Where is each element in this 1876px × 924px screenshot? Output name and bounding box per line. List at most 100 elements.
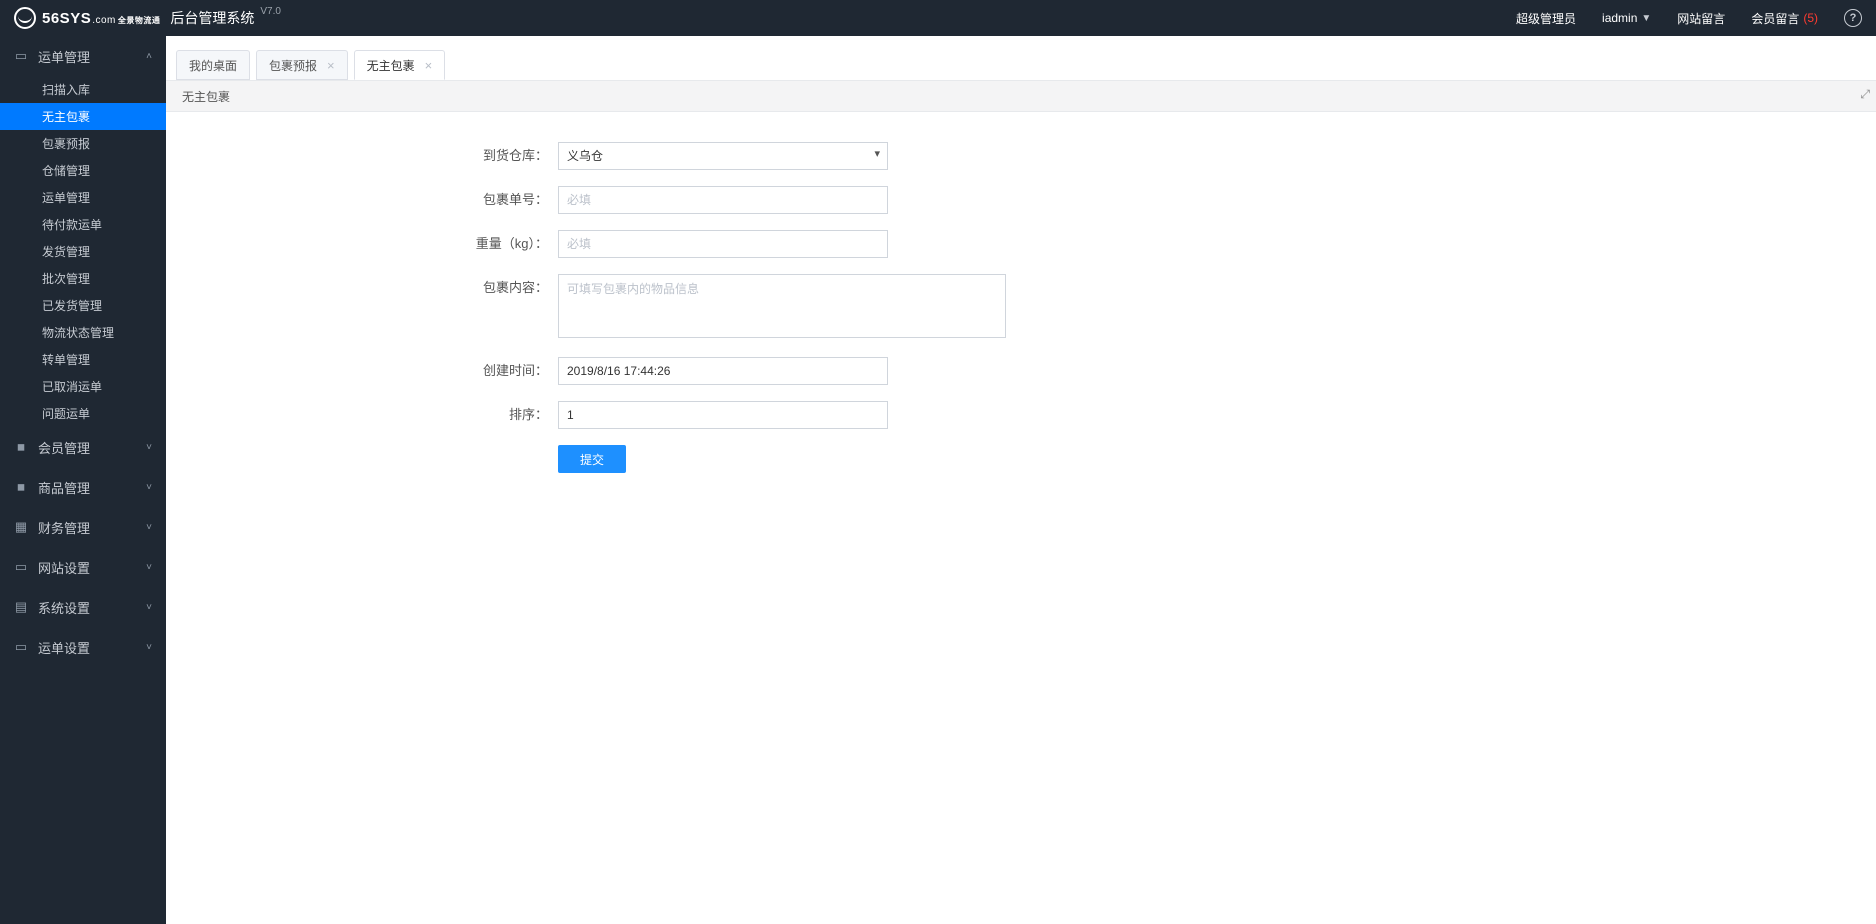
sidebar-group-label: 财务管理 [38,518,90,537]
user-name: iadmin [1602,11,1637,25]
tab-label: 包裹预报 [269,57,317,74]
sort-label: 排序： [166,401,558,429]
package-no-label: 包裹单号： [166,186,558,214]
sidebar-item-problem[interactable]: 问题运单 [0,400,166,427]
sidebar-group-site[interactable]: 网站设置 ˅ [0,547,166,587]
tab-bar: 我的桌面 包裹预报 × 无主包裹 × [166,44,1876,80]
gear-icon [14,599,28,615]
sidebar-item-forecast[interactable]: 包裹预报 [0,130,166,157]
main-area: 我的桌面 包裹预报 × 无主包裹 × 无主包裹 ⤢ 到货仓库： 义乌仓 [166,36,1876,924]
expand-icon[interactable]: ⤢ [1860,87,1870,102]
tab-desktop[interactable]: 我的桌面 [176,50,250,80]
weight-label: 重量（kg）： [166,230,558,258]
sidebar-item-pending-pay[interactable]: 待付款运单 [0,211,166,238]
system-title: 后台管理系统 [170,8,254,28]
sidebar-submenu-waybill: 扫描入库 无主包裹 包裹预报 仓储管理 运单管理 待付款运单 发货管理 批次管理… [0,76,166,427]
tab-unclaimed[interactable]: 无主包裹 × [354,50,446,80]
brand-logo: 56SYS.com 全景物流通 [14,7,160,29]
version-label: V7.0 [260,6,281,17]
content-textarea[interactable] [558,274,1006,338]
form-container: 到货仓库： 义乌仓 包裹单号： 重量（kg）： [166,112,1876,924]
chevron-down-icon: ˅ [146,602,152,613]
chevron-down-icon: ˅ [146,642,152,653]
sidebar-item-label: 已发货管理 [42,297,102,314]
role-label: 超级管理员 [1516,10,1576,27]
content-label: 包裹内容： [166,274,558,341]
user-menu[interactable]: iadmin ▼ [1602,11,1651,25]
sidebar-item-label: 发货管理 [42,243,90,260]
sidebar-item-label: 批次管理 [42,270,90,287]
sidebar-group-label: 系统设置 [38,598,90,617]
sidebar-item-label: 已取消运单 [42,378,102,395]
chevron-down-icon: ˅ [146,522,152,533]
brand-text: 56SYS.com 全景物流通 [42,10,160,27]
tab-label: 我的桌面 [189,57,237,74]
member-message-link[interactable]: 会员留言 (5) [1751,10,1818,27]
tab-forecast[interactable]: 包裹预报 × [256,50,348,80]
sidebar-item-label: 仓储管理 [42,162,90,179]
chevron-down-icon: ˅ [146,442,152,453]
chevron-down-icon: ˅ [146,482,152,493]
sidebar-item-scan-in[interactable]: 扫描入库 [0,76,166,103]
member-message-count: (5) [1803,11,1818,25]
page-title-bar: 无主包裹 ⤢ [166,80,1876,112]
user-icon [14,442,28,453]
chevron-down-icon: ▼ [1641,13,1651,24]
sidebar-item-transfer[interactable]: 转单管理 [0,346,166,373]
sidebar-group-product[interactable]: 商品管理 ˅ [0,467,166,507]
gift-icon [14,519,28,535]
sidebar-item-storage[interactable]: 仓储管理 [0,157,166,184]
header-right: 超级管理员 iadmin ▼ 网站留言 会员留言 (5) ? [1516,9,1862,27]
sidebar-item-batch[interactable]: 批次管理 [0,265,166,292]
brand-sub: 全景物流通 [118,17,161,25]
sidebar-group-label: 运单设置 [38,638,90,657]
sidebar-item-label: 物流状态管理 [42,324,114,341]
warehouse-select[interactable]: 义乌仓 [558,142,888,170]
chevron-up-icon: ˄ [146,51,152,62]
weight-input[interactable] [558,230,888,258]
logo-icon [14,7,36,29]
sidebar-group-waybill-settings[interactable]: 运单设置 ˅ [0,627,166,667]
sidebar-item-label: 扫描入库 [42,81,90,98]
doc-icon [14,639,28,655]
sidebar-group-label: 运单管理 [38,47,90,66]
spacer [166,445,558,473]
site-message-link[interactable]: 网站留言 [1677,10,1725,27]
sidebar-group-finance[interactable]: 财务管理 ˅ [0,507,166,547]
sidebar-item-shipped[interactable]: 已发货管理 [0,292,166,319]
close-icon[interactable]: × [327,58,335,73]
brand-tld: .com [92,15,116,26]
doc-icon [14,48,28,64]
sidebar-group-member[interactable]: 会员管理 ˅ [0,427,166,467]
sort-input[interactable] [558,401,888,429]
close-icon[interactable]: × [425,58,433,73]
sidebar-group-label: 商品管理 [38,478,90,497]
sidebar-group-label: 网站设置 [38,558,90,577]
sidebar-item-label: 待付款运单 [42,216,102,233]
screen-icon [14,559,28,575]
sidebar-item-label: 问题运单 [42,405,90,422]
created-time-label: 创建时间： [166,357,558,385]
sidebar: 运单管理 ˄ 扫描入库 无主包裹 包裹预报 仓储管理 运单管理 待付款运单 发货… [0,36,166,924]
submit-button[interactable]: 提交 [558,445,626,473]
sidebar-item-label: 无主包裹 [42,108,90,125]
sidebar-item-label: 转单管理 [42,351,90,368]
sidebar-item-unclaimed[interactable]: 无主包裹 [0,103,166,130]
sidebar-item-cancelled[interactable]: 已取消运单 [0,373,166,400]
package-no-input[interactable] [558,186,888,214]
sidebar-item-logistics[interactable]: 物流状态管理 [0,319,166,346]
sidebar-item-label: 运单管理 [42,189,90,206]
sidebar-item-label: 包裹预报 [42,135,90,152]
help-icon[interactable]: ? [1844,9,1862,27]
user-icon [14,482,28,493]
member-message-label: 会员留言 [1751,10,1799,27]
warehouse-label: 到货仓库： [166,142,558,170]
app-header: 56SYS.com 全景物流通 后台管理系统 V7.0 超级管理员 iadmin… [0,0,1876,36]
sidebar-group-waybill[interactable]: 运单管理 ˄ [0,36,166,76]
sidebar-item-waybill[interactable]: 运单管理 [0,184,166,211]
created-time-input[interactable] [558,357,888,385]
sidebar-group-label: 会员管理 [38,438,90,457]
tab-label: 无主包裹 [367,57,415,74]
sidebar-group-system[interactable]: 系统设置 ˅ [0,587,166,627]
sidebar-item-shipping[interactable]: 发货管理 [0,238,166,265]
